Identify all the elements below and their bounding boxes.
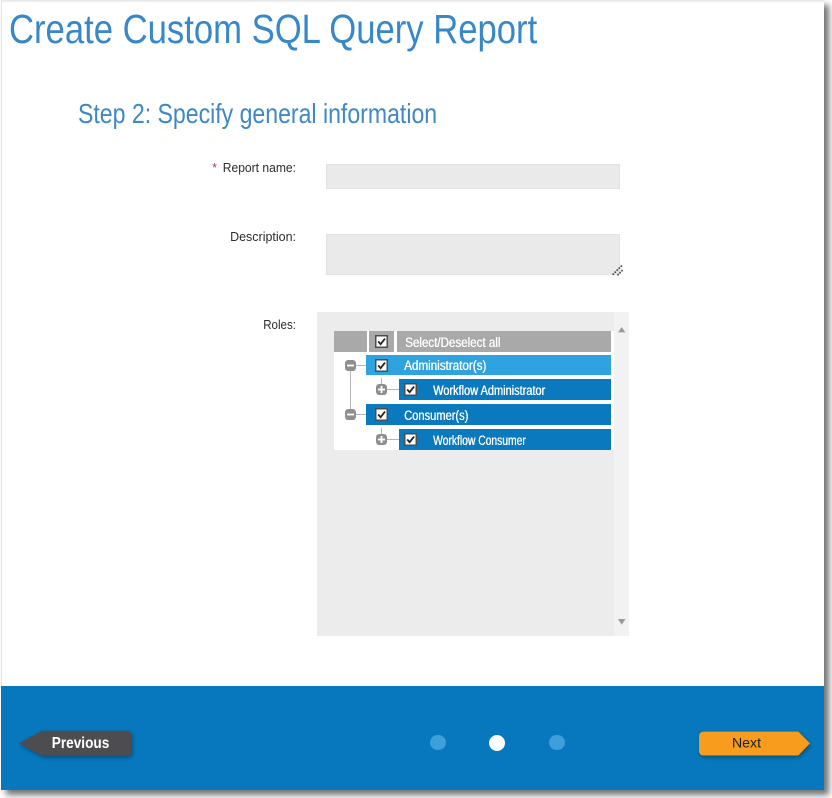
- svg-text:Previous: Previous: [52, 735, 110, 752]
- svg-text:Next: Next: [732, 736, 761, 751]
